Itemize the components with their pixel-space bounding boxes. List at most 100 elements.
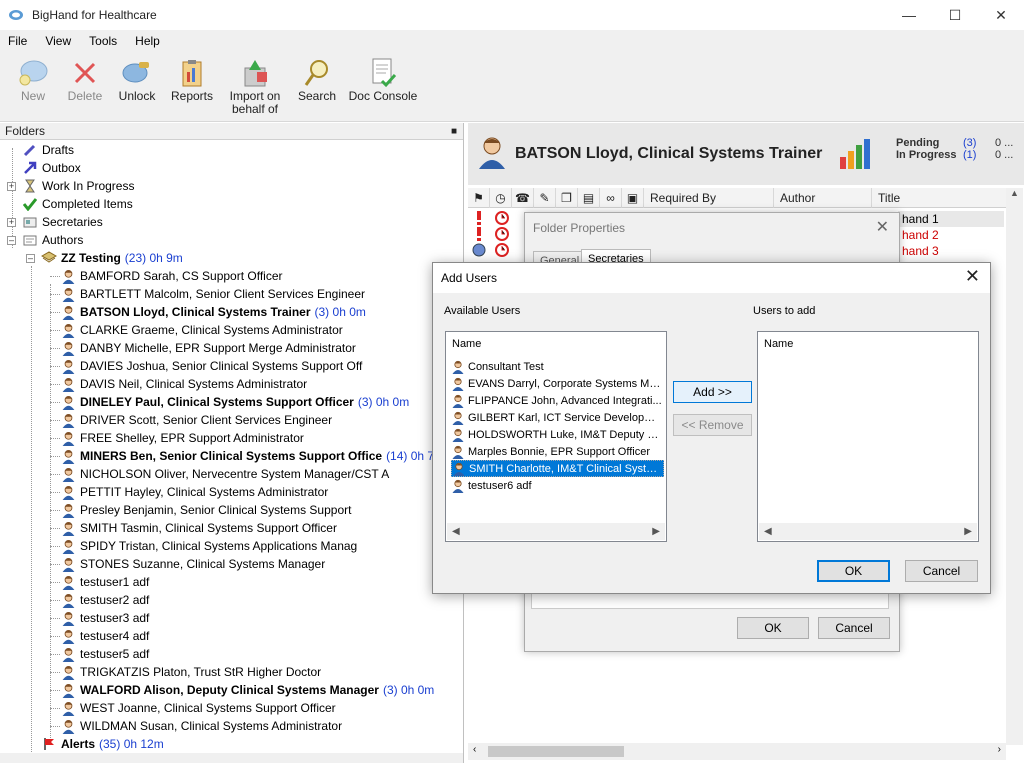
author-item[interactable]: Presley Benjamin, Senior Clinical System… — [60, 501, 351, 519]
close-window-button[interactable]: ✕ — [978, 0, 1024, 30]
folder-outbox[interactable]: Outbox — [22, 159, 81, 177]
scroll-thumb[interactable] — [488, 746, 624, 757]
author-item[interactable]: DINELEY Paul, Clinical Systems Support O… — [60, 393, 409, 411]
lock-column-icon[interactable]: ▣ — [622, 187, 644, 208]
available-user-item[interactable]: Marples Bonnie, EPR Support Officer — [451, 443, 664, 460]
menu-tools[interactable]: Tools — [89, 34, 117, 48]
search-button[interactable]: Search — [292, 52, 342, 103]
author-item[interactable]: DAVIS Neil, Clinical Systems Administrat… — [60, 375, 307, 393]
available-user-item[interactable]: FLIPPANCE John, Advanced Integrati... — [451, 392, 664, 409]
unlock-key-icon — [119, 56, 155, 90]
attach-column-icon[interactable]: ∞ — [600, 187, 622, 208]
to-add-list-scrollbar[interactable]: ◀ ▶ — [759, 523, 977, 540]
available-user-item[interactable]: SMITH Charlotte, IM&T Clinical System... — [451, 460, 664, 477]
author-item[interactable]: SPIDY Tristan, Clinical Systems Applicat… — [60, 537, 357, 555]
available-user-item[interactable]: Consultant Test — [451, 358, 664, 375]
remove-button[interactable]: << Remove — [673, 414, 752, 436]
sign-column-icon[interactable]: ✎ — [534, 187, 556, 208]
column-author[interactable]: Author — [774, 187, 872, 208]
users-to-add-list[interactable]: Name ◀ ▶ — [757, 331, 979, 542]
author-item[interactable]: DAVIES Joshua, Senior Clinical Systems S… — [60, 357, 362, 375]
delete-button[interactable]: Delete — [62, 52, 108, 103]
author-item[interactable]: WALFORD Alison, Deputy Clinical Systems … — [60, 681, 434, 699]
bar-chart-icon[interactable] — [838, 137, 872, 171]
available-user-item[interactable]: EVANS Darryl, Corporate Systems Ma... — [451, 375, 664, 392]
folder-secretaries[interactable]: Secretaries — [22, 213, 103, 231]
grid-horizontal-scrollbar[interactable]: ‹ › — [468, 743, 1006, 760]
close-icon[interactable]: ✕ — [876, 217, 889, 237]
window-title: BigHand for Healthcare — [32, 8, 157, 22]
doc-column-icon[interactable]: ▤ — [578, 187, 600, 208]
author-item[interactable]: testuser4 adf — [60, 627, 149, 645]
ok-button[interactable]: OK — [817, 560, 890, 582]
flag-column-icon[interactable]: ⚑ — [468, 187, 490, 208]
author-item[interactable]: BARTLETT Malcolm, Senior Client Services… — [60, 285, 365, 303]
minimize-button[interactable]: — — [886, 0, 932, 30]
expand-wip[interactable]: + — [7, 182, 16, 191]
new-button[interactable]: New — [10, 52, 56, 103]
author-item[interactable]: NICHOLSON Oliver, Nervecentre System Man… — [60, 465, 389, 483]
folder-drafts[interactable]: Drafts — [22, 141, 74, 159]
folder-completed[interactable]: Completed Items — [22, 195, 133, 213]
available-list-scrollbar[interactable]: ◀ ▶ — [447, 523, 665, 540]
delete-x-icon — [67, 56, 103, 90]
author-item[interactable]: FREE Shelley, EPR Support Administrator — [60, 429, 304, 447]
author-item[interactable]: MINERS Ben, Senior Clinical Systems Supp… — [60, 447, 444, 465]
group-folder-icon — [41, 250, 57, 266]
close-icon[interactable]: ✕ — [965, 266, 980, 287]
column-title[interactable]: Title — [872, 188, 1006, 208]
person-icon — [451, 360, 465, 374]
author-item[interactable]: CLARKE Graeme, Clinical Systems Administ… — [60, 321, 343, 339]
doc-console-button[interactable]: Doc Console — [348, 52, 418, 103]
folder-work-in-progress[interactable]: Work In Progress — [22, 177, 134, 195]
available-user-item[interactable]: HOLDSWORTH Luke, IM&T Deputy De... — [451, 426, 664, 443]
fp-cancel-button[interactable]: Cancel — [818, 617, 890, 639]
pin-icon[interactable]: ■ — [451, 123, 457, 140]
folder-authors[interactable]: Authors — [22, 231, 83, 249]
author-name: DRIVER Scott, Senior Client Services Eng… — [80, 413, 333, 427]
column-required-by[interactable]: Required By — [644, 187, 774, 208]
author-item[interactable]: testuser1 adf — [60, 573, 149, 591]
available-users-list[interactable]: Name Consultant Test EVANS Darryl, Corpor… — [445, 331, 667, 542]
author-item[interactable]: BAMFORD Sarah, CS Support Officer — [60, 267, 283, 285]
cancel-button[interactable]: Cancel — [905, 560, 978, 582]
collapse-zz-testing[interactable]: – — [26, 254, 35, 263]
author-item[interactable]: TRIGKATZIS Platon, Trust StR Higher Doct… — [60, 663, 321, 681]
reports-button[interactable]: Reports — [166, 52, 218, 103]
person-icon — [451, 445, 465, 459]
grid-vertical-scrollbar[interactable]: ▲ — [1006, 188, 1023, 745]
author-item[interactable]: testuser3 adf — [60, 609, 149, 627]
maximize-button[interactable]: ☐ — [932, 0, 978, 30]
author-name: testuser3 adf — [80, 611, 150, 625]
author-item[interactable]: STONES Suzanne, Clinical Systems Manager — [60, 555, 325, 573]
available-user-item[interactable]: GILBERT Karl, ICT Service Developme... — [451, 409, 664, 426]
person-icon — [60, 412, 76, 428]
copy-column-icon[interactable]: ❐ — [556, 187, 578, 208]
unlock-button[interactable]: Unlock — [114, 52, 160, 103]
author-item[interactable]: testuser2 adf — [60, 591, 149, 609]
folder-alerts[interactable]: Alerts (35) 0h 12m — [41, 735, 164, 753]
author-item[interactable]: SMITH Tasmin, Clinical Systems Support O… — [60, 519, 337, 537]
author-item[interactable]: WEST Joanne, Clinical Systems Support Of… — [60, 699, 336, 717]
clock-column-icon[interactable]: ◷ — [490, 187, 512, 208]
author-item[interactable]: DRIVER Scott, Senior Client Services Eng… — [60, 411, 332, 429]
add-button[interactable]: Add >> — [673, 381, 752, 403]
available-user-item[interactable]: testuser6 adf — [451, 477, 664, 494]
author-item[interactable]: WILDMAN Susan, Clinical Systems Administ… — [60, 717, 342, 735]
import-label: Import on behalf of — [229, 89, 281, 116]
collapse-authors[interactable]: – — [7, 236, 16, 245]
author-item[interactable]: DANBY Michelle, EPR Support Merge Admini… — [60, 339, 356, 357]
author-item[interactable]: BATSON Lloyd, Clinical Systems Trainer (3… — [60, 303, 366, 321]
folders-scrollbar[interactable] — [0, 753, 463, 763]
group-zz-testing[interactable]: ZZ Testing (23) 0h 9m — [41, 249, 183, 267]
phone-column-icon[interactable]: ☎ — [512, 187, 534, 208]
author-item[interactable]: testuser5 adf — [60, 645, 149, 663]
fp-ok-button[interactable]: OK — [737, 617, 809, 639]
menu-help[interactable]: Help — [135, 34, 160, 48]
clipboard-icon — [174, 56, 210, 90]
menu-view[interactable]: View — [45, 34, 71, 48]
menu-file[interactable]: File — [8, 34, 27, 48]
import-on-behalf-button[interactable]: Import on behalf of — [224, 52, 286, 116]
expand-secretaries[interactable]: + — [7, 218, 16, 227]
author-item[interactable]: PETTIT Hayley, Clinical Systems Administ… — [60, 483, 328, 501]
